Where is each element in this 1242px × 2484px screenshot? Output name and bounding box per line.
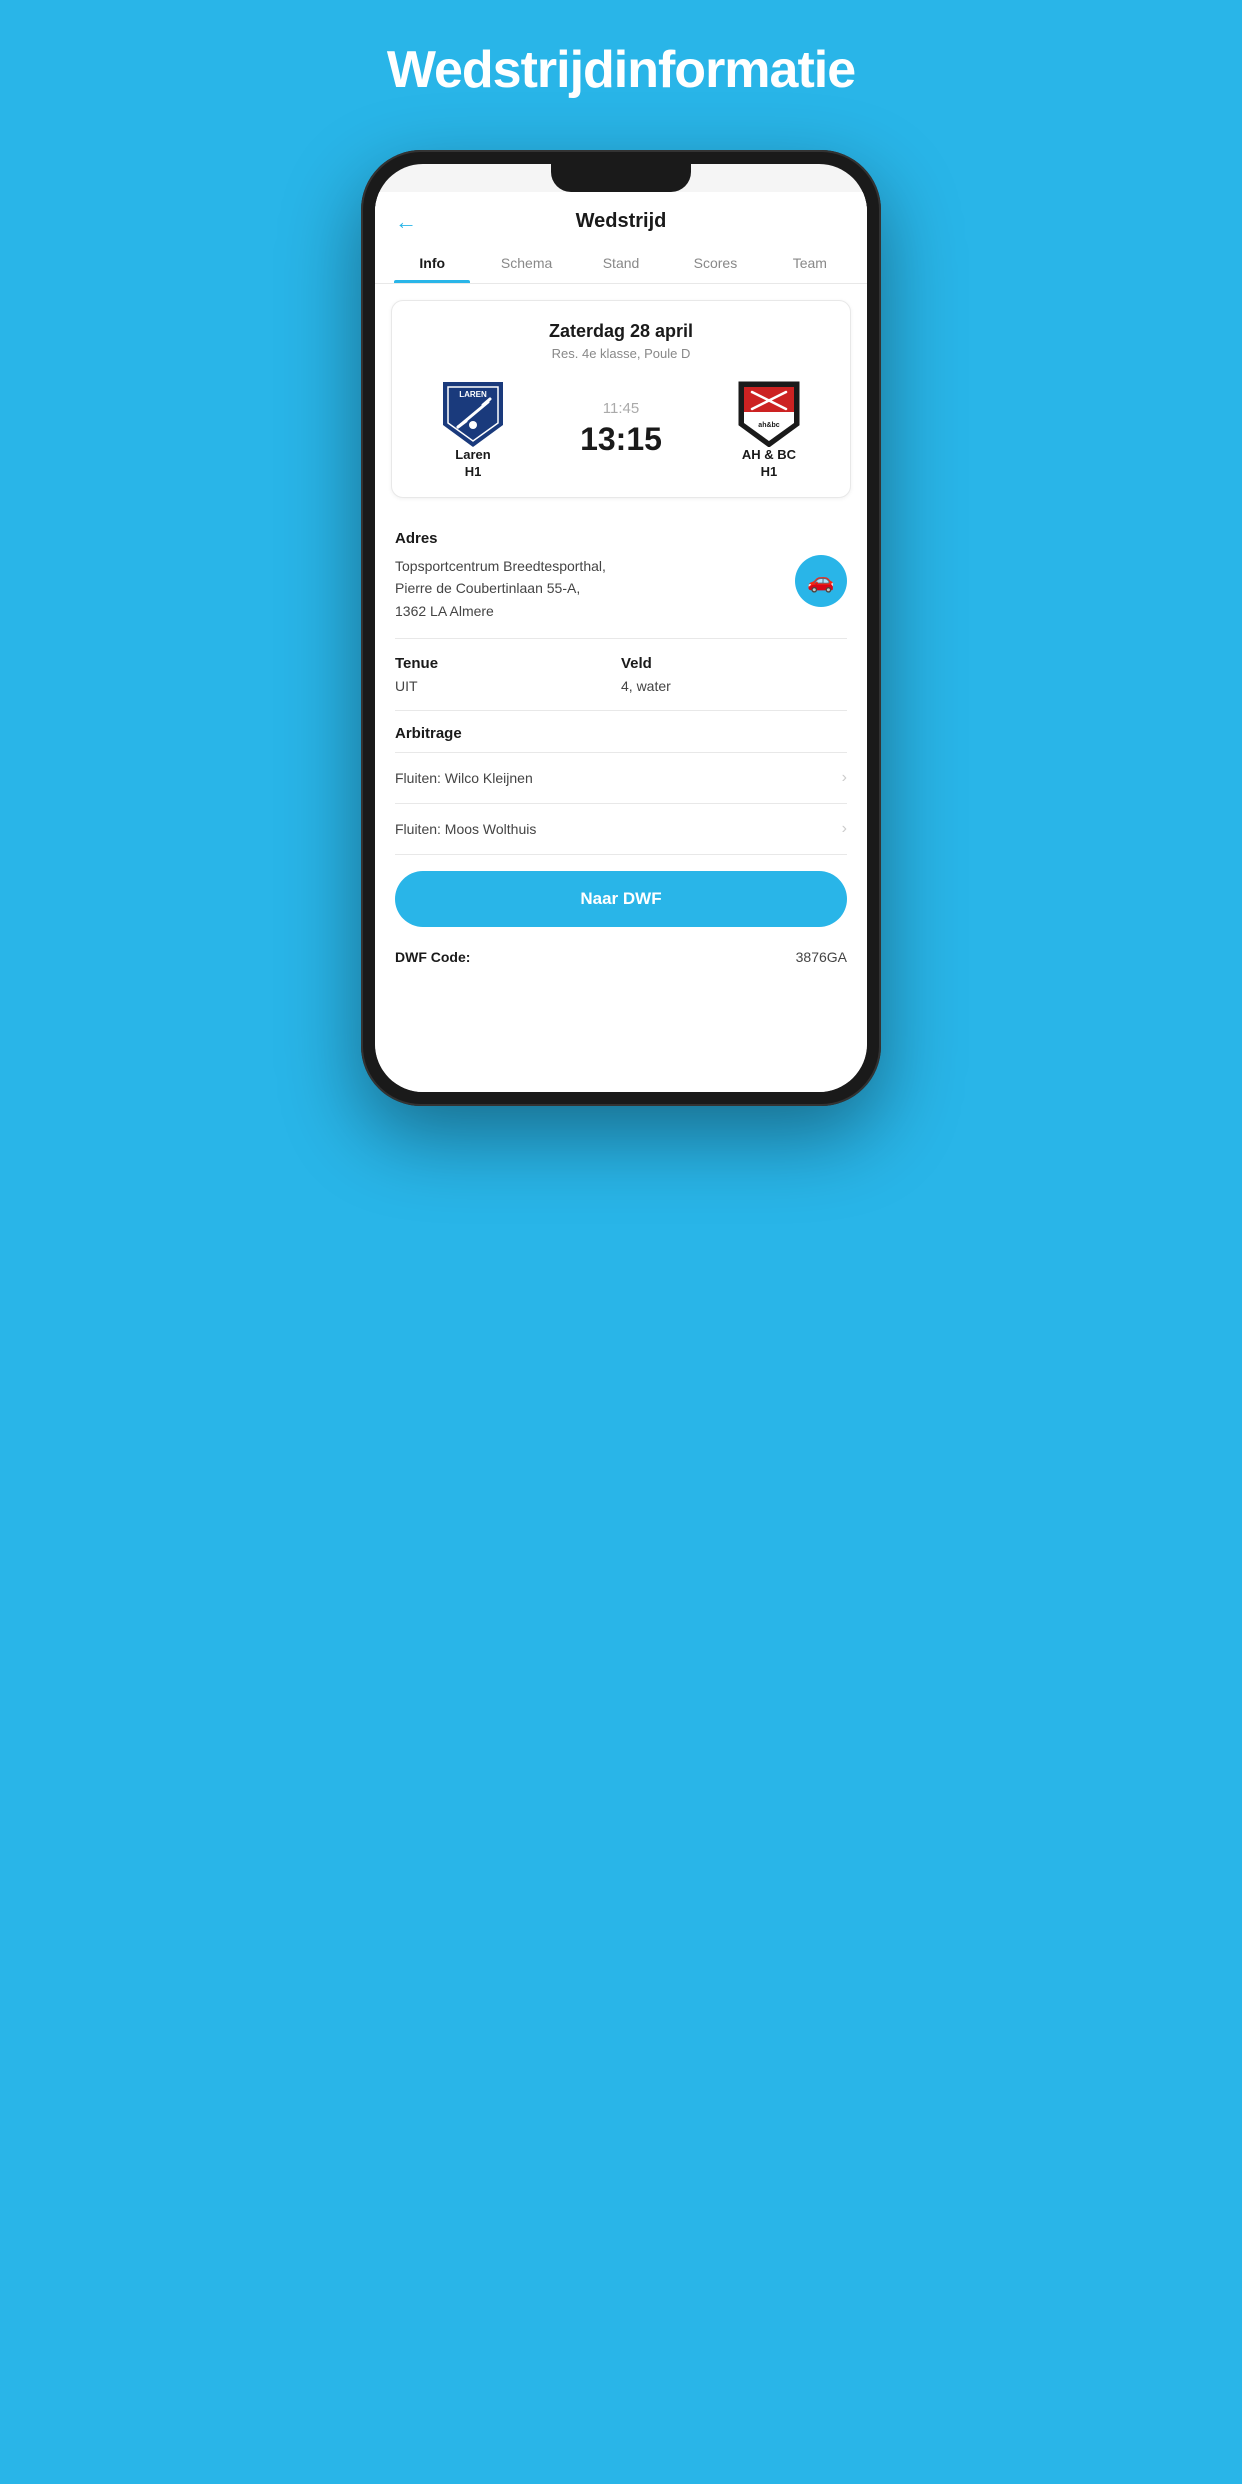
header-title: Wedstrijd <box>576 210 667 233</box>
dwf-code-label: DWF Code: <box>395 949 470 965</box>
tab-info[interactable]: Info <box>385 243 479 283</box>
phone-notch <box>551 164 691 192</box>
arbitrage-label: Arbitrage <box>395 725 847 742</box>
address-section: Adres Topsportcentrum Breedtesporthal, P… <box>375 514 867 638</box>
car-icon: 🚗 <box>807 568 834 594</box>
tenue-item: Tenue UIT <box>395 655 621 694</box>
veld-value: 4, water <box>621 678 847 694</box>
address-label: Adres <box>395 530 847 547</box>
match-league: Res. 4e klasse, Poule D <box>408 346 834 361</box>
back-button[interactable]: ← <box>395 209 417 235</box>
app-header: ← Wedstrijd <box>375 192 867 243</box>
arbitrage-item-2[interactable]: Fluiten: Moos Wolthuis › <box>375 804 867 854</box>
svg-text:LAREN: LAREN <box>459 390 487 399</box>
tab-stand[interactable]: Stand <box>574 243 668 283</box>
svg-text:ah&bc: ah&bc <box>758 422 780 429</box>
navigation-button[interactable]: 🚗 <box>795 555 847 607</box>
tab-scores[interactable]: Scores <box>668 243 762 283</box>
score-block: 11:45 13:15 <box>580 400 662 458</box>
phone-screen: ← Wedstrijd Info Schema Stand Scores Tea… <box>375 164 867 1092</box>
arbitrage-item-1-text: Fluiten: Wilco Kleijnen <box>395 770 533 786</box>
chevron-right-icon-1: › <box>842 769 847 787</box>
home-team-block: LAREN Laren H1 <box>418 377 528 481</box>
tenue-veld-row: Tenue UIT Veld 4, water <box>375 639 867 710</box>
phone-frame: ← Wedstrijd Info Schema Stand Scores Tea… <box>361 150 881 1106</box>
away-team-name: AH & BC H1 <box>742 447 796 481</box>
match-card: Zaterdag 28 april Res. 4e klasse, Poule … <box>391 300 851 498</box>
tenue-value: UIT <box>395 678 621 694</box>
dwf-button[interactable]: Naar DWF <box>395 871 847 927</box>
ahbc-logo: ah&bc <box>734 377 804 447</box>
dwf-code-value: 3876GA <box>796 949 847 965</box>
veld-label: Veld <box>621 655 847 672</box>
arbitrage-item-1[interactable]: Fluiten: Wilco Kleijnen › <box>375 753 867 803</box>
address-text: Topsportcentrum Breedtesporthal, Pierre … <box>395 555 785 622</box>
match-teams: LAREN Laren H1 <box>408 377 834 481</box>
app-content: ← Wedstrijd Info Schema Stand Scores Tea… <box>375 192 867 1092</box>
tab-team[interactable]: Team <box>763 243 857 283</box>
score-main: 13:15 <box>580 421 662 458</box>
dwf-code-row: DWF Code: 3876GA <box>375 939 867 989</box>
veld-item: Veld 4, water <box>621 655 847 694</box>
home-team-name: Laren H1 <box>455 447 490 481</box>
chevron-right-icon-2: › <box>842 820 847 838</box>
away-team-block: ah&bc AH & BC H1 <box>714 377 824 481</box>
arbitrage-section-header: Arbitrage <box>375 711 867 752</box>
match-date: Zaterdag 28 april <box>408 321 834 342</box>
arbitrage-item-2-text: Fluiten: Moos Wolthuis <box>395 821 536 837</box>
page-title: Wedstrijdinformatie <box>387 40 855 100</box>
laren-logo: LAREN <box>438 377 508 447</box>
score-time: 11:45 <box>603 400 639 417</box>
divider-5 <box>395 854 847 855</box>
tabs-bar: Info Schema Stand Scores Team <box>375 243 867 284</box>
tab-schema[interactable]: Schema <box>479 243 573 283</box>
tenue-label: Tenue <box>395 655 621 672</box>
address-row: Topsportcentrum Breedtesporthal, Pierre … <box>395 555 847 622</box>
